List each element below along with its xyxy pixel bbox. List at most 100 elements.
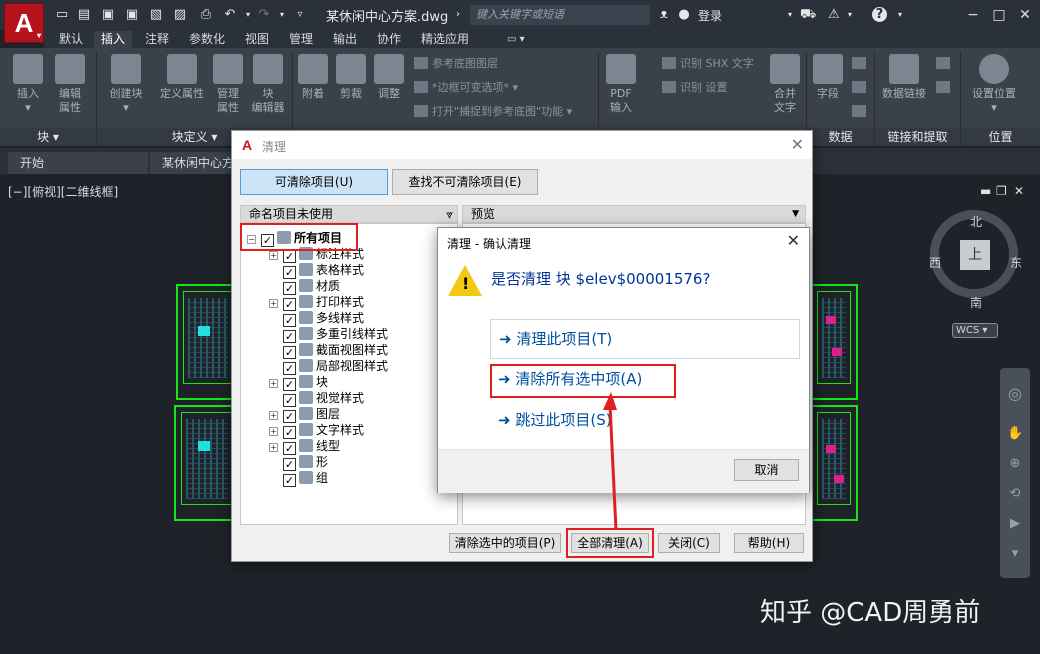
steering-wheel-icon[interactable]: ◎	[1007, 386, 1023, 402]
ole-object-button[interactable]	[852, 104, 870, 120]
save-icon[interactable]: ▣	[100, 7, 116, 23]
collapse-icon[interactable]: ⩔	[446, 206, 453, 222]
confirm-close-icon[interactable]: ✕	[787, 231, 800, 250]
save-as-icon[interactable]: ▣	[124, 7, 140, 23]
skip-this-item-button[interactable]: ➜ 跳过此项目(S)	[490, 401, 800, 441]
viewport-minimize-button[interactable]: ▬	[980, 184, 991, 198]
share-dropdown-icon[interactable]: ▾	[842, 7, 858, 23]
restore-button[interactable]: □	[988, 5, 1010, 25]
redo-icon[interactable]: ↷	[256, 7, 272, 23]
login-button[interactable]: 登录	[698, 7, 722, 24]
tab-annotate[interactable]: 注释	[138, 31, 176, 48]
tab-insert[interactable]: 插入	[94, 31, 133, 48]
compass-east-label[interactable]: 东	[1010, 254, 1022, 271]
tree-expand-icon[interactable]: +	[269, 411, 278, 420]
tree-expand-icon[interactable]: +	[269, 379, 278, 388]
tree-expand-icon[interactable]: +	[269, 251, 278, 260]
tree-item[interactable]: + ✓ 块	[269, 374, 328, 391]
plot-icon[interactable]: ⎙	[198, 7, 214, 23]
merge-text-button[interactable]: 合并 文字	[768, 54, 802, 115]
compass-north-label[interactable]: 北	[970, 213, 982, 230]
recognize-shx-button[interactable]: 识别 SHX 文字	[662, 56, 754, 72]
open-icon[interactable]: ▤	[76, 7, 92, 23]
block-editor-button[interactable]: 块 编辑器	[248, 54, 288, 115]
undo-dropdown-icon[interactable]: ▾	[240, 7, 256, 23]
tree-item[interactable]: + ✓ 图层	[269, 406, 340, 423]
tree-expand-icon[interactable]: +	[269, 427, 278, 436]
new-icon[interactable]: ▭	[54, 7, 70, 23]
ribbon-minimize-icon[interactable]: ▭ ▾	[500, 31, 532, 48]
tab-document[interactable]: 某休闲中心方	[150, 152, 240, 174]
recognize-settings-button[interactable]: 识别 设置	[662, 80, 728, 96]
adjust-button[interactable]: 调整	[372, 54, 406, 101]
frames-dropdown[interactable]: *边框可变选项* ▾	[414, 80, 518, 96]
insert-block-button[interactable]: 插入 ▾	[8, 54, 48, 115]
manage-attribute-button[interactable]: 管理 属性	[210, 54, 246, 115]
cancel-button[interactable]: 取消	[734, 459, 799, 481]
pdf-import-button[interactable]: PDF 输入	[604, 54, 638, 115]
tree-item[interactable]: + ✓ 打印样式	[269, 294, 364, 311]
viewport-controls-label[interactable]: [−][俯视][二维线框]	[8, 183, 118, 200]
close-window-button[interactable]: ✕	[1014, 5, 1036, 25]
pan-icon[interactable]: ✋	[1007, 426, 1023, 442]
set-location-button[interactable]: 设置位置 ▾	[964, 54, 1024, 115]
open-web-icon[interactable]: ▧	[148, 7, 164, 23]
zoom-icon[interactable]: ⊕	[1007, 456, 1023, 472]
attach-button[interactable]: 附着	[296, 54, 330, 101]
update-fields-button[interactable]	[852, 80, 870, 96]
login-dropdown-icon[interactable]: ▾	[782, 7, 798, 23]
panel-title-block[interactable]: 块 ▾	[0, 128, 96, 146]
tree-item[interactable]: + ✓ 文字样式	[269, 422, 364, 439]
tree-item[interactable]: ✓ 表格样式	[269, 262, 364, 279]
tree-expand-icon[interactable]: +	[269, 299, 278, 308]
save-web-icon[interactable]: ▨	[172, 7, 188, 23]
compass-west-label[interactable]: 西	[929, 254, 941, 271]
data-link-button[interactable]: 数据链接	[878, 54, 930, 101]
redo-dropdown-icon[interactable]: ▾	[274, 7, 290, 23]
preview-header[interactable]: 预览 ▼	[462, 205, 806, 223]
extract-data-button[interactable]	[936, 56, 954, 72]
underlay-layers-button[interactable]: 参考底图图层	[414, 56, 498, 72]
tab-collaborate[interactable]: 协作	[370, 31, 408, 48]
tab-view[interactable]: 视图	[238, 31, 276, 48]
tree-item[interactable]: ✓ 视觉样式	[269, 390, 364, 407]
viewport-restore-button[interactable]: ❐	[996, 184, 1007, 198]
create-block-button[interactable]: 创建块 ▾	[102, 54, 150, 115]
wcs-menu[interactable]: WCS ▾	[952, 323, 998, 338]
snap-underlay-dropdown[interactable]: 打开"捕捉到参考底图"功能 ▾	[414, 104, 572, 120]
tab-start[interactable]: 开始	[8, 152, 148, 174]
help-icon[interactable]: ?	[872, 7, 887, 22]
tree-checkbox[interactable]: ✓	[283, 474, 296, 487]
define-attribute-button[interactable]: 定义属性	[155, 54, 209, 101]
help-dropdown-icon[interactable]: ▾	[892, 7, 908, 23]
tree-item[interactable]: ✓ 材质	[269, 278, 340, 295]
help-button[interactable]: 帮助(H)	[734, 533, 804, 553]
tree-item[interactable]: ✓ 局部视图样式	[269, 358, 388, 375]
purge-checked-items-button[interactable]: 清除选中的项目(P)	[449, 533, 561, 553]
orbit-icon[interactable]: ⟲	[1007, 486, 1023, 502]
tree-item[interactable]: ✓ 形	[269, 454, 328, 471]
purge-close-icon[interactable]: ✕	[791, 135, 804, 154]
expand-arrow-icon[interactable]: ›	[450, 7, 466, 23]
tab-manage[interactable]: 管理	[282, 31, 320, 48]
tree-item[interactable]: ✓ 组	[269, 470, 328, 487]
viewcube-top-face[interactable]: 上	[960, 240, 990, 270]
tab-parametric[interactable]: 参数化	[182, 31, 232, 48]
tab-output[interactable]: 输出	[326, 31, 364, 48]
named-items-header[interactable]: 命名项目未使用 ⩔	[240, 205, 458, 223]
download-link-button[interactable]	[936, 80, 954, 96]
tree-item[interactable]: ✓ 多重引线样式	[269, 326, 388, 343]
minimize-button[interactable]: −	[962, 5, 984, 25]
tab-featured-apps[interactable]: 精选应用	[414, 31, 476, 48]
search-input[interactable]: 键入关键字或短语	[470, 5, 650, 25]
application-menu-button[interactable]: A ▾	[4, 3, 44, 43]
tab-default[interactable]: 默认	[52, 31, 90, 48]
tree-item[interactable]: + ✓ 线型	[269, 438, 340, 455]
close-button[interactable]: 关闭(C)	[658, 533, 720, 553]
table-button[interactable]	[852, 56, 870, 72]
tab-nonpurgeable-items[interactable]: 查找不可清除项目(E)	[392, 169, 538, 195]
field-button[interactable]: 字段	[812, 54, 844, 101]
tree-item[interactable]: ✓ 截面视图样式	[269, 342, 388, 359]
tab-purgeable-items[interactable]: 可清除项目(U)	[240, 169, 388, 195]
cart-icon[interactable]: ⛟	[800, 7, 816, 23]
